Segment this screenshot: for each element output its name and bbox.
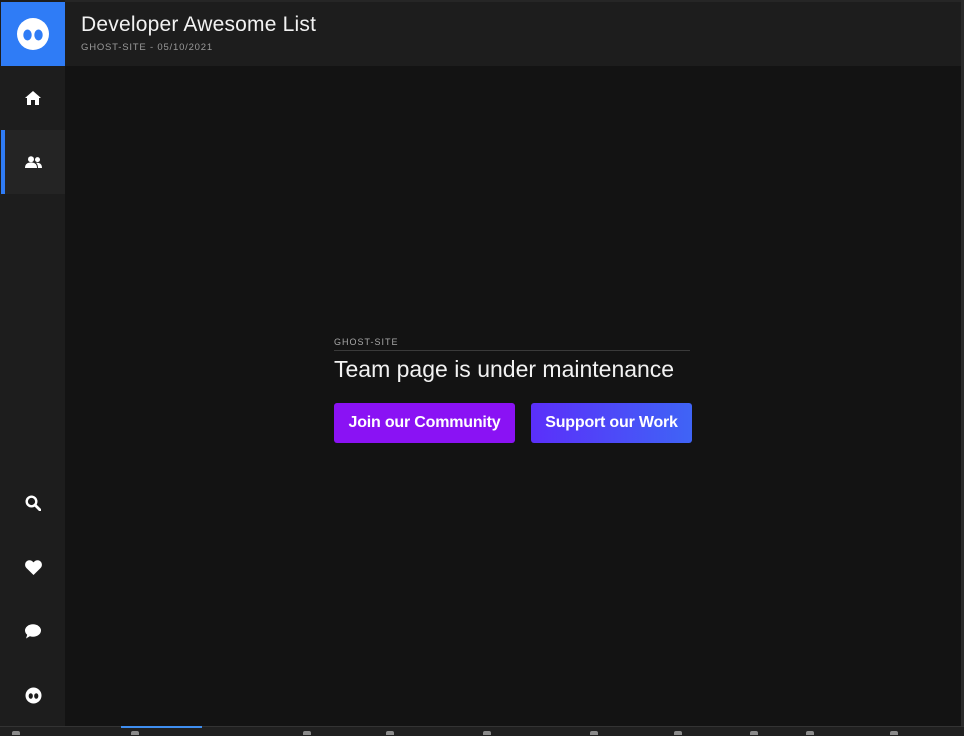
main-content xyxy=(65,66,961,726)
ghost-face-icon xyxy=(25,687,41,703)
taskbar-item[interactable] xyxy=(750,731,758,735)
sidebar-item-ghost[interactable] xyxy=(1,663,65,727)
page-title: Developer Awesome List xyxy=(81,13,317,36)
users-icon xyxy=(24,156,42,168)
home-icon xyxy=(25,91,41,105)
maintenance-notice: GHOST-SITE Team page is under maintenanc… xyxy=(334,337,694,383)
taskbar-item[interactable] xyxy=(12,731,20,735)
search-icon xyxy=(25,495,41,511)
chat-bubble-icon xyxy=(25,623,41,638)
sidebar-item-team[interactable] xyxy=(1,130,65,194)
ghost-face-icon xyxy=(17,18,49,50)
taskbar-item[interactable] xyxy=(590,731,598,735)
sidebar-item-comments[interactable] xyxy=(1,599,65,663)
taskbar-item[interactable] xyxy=(890,731,898,735)
sidebar-item-favorites[interactable] xyxy=(1,535,65,599)
logo[interactable] xyxy=(1,2,65,66)
sidebar-item-home[interactable] xyxy=(1,66,65,130)
sidebar-item-search[interactable] xyxy=(1,471,65,535)
taskbar-item[interactable] xyxy=(303,731,311,735)
app-window: Developer Awesome List GHOST-SITE - 05/1… xyxy=(0,0,964,736)
taskbar-item[interactable] xyxy=(483,731,491,735)
heart-icon xyxy=(24,559,42,575)
page-subtitle: GHOST-SITE - 05/10/2021 xyxy=(81,42,213,53)
taskbar-item[interactable] xyxy=(674,731,682,735)
notice-title: Team page is under maintenance xyxy=(334,356,675,382)
notice-kicker: GHOST-SITE xyxy=(334,337,690,351)
taskbar-active-indicator xyxy=(121,726,202,728)
taskbar-item[interactable] xyxy=(131,731,139,735)
taskbar-item[interactable] xyxy=(806,731,814,735)
taskbar-item[interactable] xyxy=(386,731,394,735)
join-community-button[interactable]: Join our Community xyxy=(334,403,515,443)
sidebar xyxy=(0,0,65,726)
header: Developer Awesome List GHOST-SITE - 05/1… xyxy=(65,2,961,66)
support-work-button[interactable]: Support our Work xyxy=(531,403,692,443)
